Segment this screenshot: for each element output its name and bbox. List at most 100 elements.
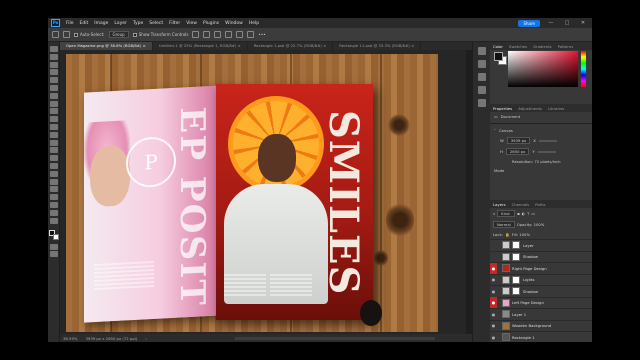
tab-color[interactable]: Color	[490, 44, 506, 49]
screen-mode-icon[interactable]	[49, 251, 58, 258]
x-field[interactable]	[538, 139, 557, 142]
tab-swatches[interactable]: Swatches	[506, 44, 530, 49]
lasso-tool-icon[interactable]	[49, 69, 58, 76]
layer-row[interactable]: ● Layer 1	[490, 308, 592, 320]
hand-tool-icon[interactable]	[49, 201, 58, 208]
visibility-eye-icon[interactable]: ●	[490, 262, 497, 274]
visibility-eye-icon[interactable]	[490, 240, 497, 251]
blur-tool-icon[interactable]	[49, 155, 58, 162]
visibility-eye-icon[interactable]	[490, 251, 497, 262]
horizontal-scrollbar[interactable]	[234, 336, 435, 340]
menu-layer[interactable]: Layer	[111, 21, 130, 26]
layer-row[interactable]: ● Right Page Design	[490, 262, 592, 274]
maximize-icon[interactable]: □	[562, 20, 572, 26]
color-picker-field[interactable]	[508, 51, 578, 87]
y-field[interactable]	[537, 150, 556, 153]
comments-icon[interactable]	[477, 60, 486, 68]
layer-row[interactable]: ● Rectangle 1	[490, 331, 592, 342]
kind-filter-dropdown[interactable]: Kind	[497, 210, 516, 217]
visibility-eye-icon[interactable]: ●	[490, 297, 497, 309]
path-selection-tool-icon[interactable]	[49, 186, 58, 193]
align-top-icon[interactable]	[225, 31, 233, 38]
panel-foreground-swatch[interactable]	[494, 52, 503, 61]
background-color-swatch[interactable]	[52, 233, 59, 240]
gradient-tool-icon[interactable]	[49, 147, 58, 154]
visibility-eye-icon[interactable]: ●	[490, 286, 497, 297]
layer-row[interactable]: ● Shadow	[490, 285, 592, 297]
healing-brush-tool-icon[interactable]	[49, 108, 58, 115]
filter-adjust-icon[interactable]: ◐	[522, 211, 525, 216]
close-icon[interactable]: ✕	[578, 20, 588, 26]
visibility-eye-icon[interactable]: ●	[490, 274, 497, 285]
auto-select-target-dropdown[interactable]: Group	[108, 31, 129, 38]
dodge-tool-icon[interactable]	[49, 162, 58, 169]
tab-open-magazine[interactable]: Open Magazine.png @ 38.6% (RGB/8#) ×	[60, 42, 153, 50]
tab-layers[interactable]: Layers	[490, 202, 509, 207]
pen-tool-icon[interactable]	[49, 170, 58, 177]
menu-help[interactable]: Help	[246, 21, 262, 26]
lock-icon[interactable]: 🔒	[505, 232, 510, 237]
layer-mask-thumbnail[interactable]	[512, 287, 520, 296]
show-transform-option[interactable]: Show Transform Controls	[132, 32, 188, 37]
layer-row[interactable]: ● Wooden Background	[490, 319, 592, 332]
align-bottom-icon[interactable]	[247, 31, 255, 38]
height-field[interactable]: 2650 px	[505, 148, 530, 155]
canvas-header[interactable]: ˅ Canvas	[490, 126, 592, 135]
brush-tool-icon[interactable]	[49, 116, 58, 123]
fill-field[interactable]: Fill: 100%	[512, 232, 530, 237]
layer-mask-thumbnail[interactable]	[512, 252, 520, 261]
show-transform-checkbox[interactable]	[132, 32, 137, 37]
visibility-eye-icon[interactable]: ●	[490, 320, 497, 331]
align-middle-icon[interactable]	[236, 31, 244, 38]
menu-plugins[interactable]: Plugins	[200, 21, 222, 26]
menu-view[interactable]: View	[183, 21, 200, 26]
menu-type[interactable]: Type	[130, 21, 146, 26]
layer-mask-thumbnail[interactable]	[512, 241, 520, 250]
menu-select[interactable]: Select	[146, 21, 166, 26]
filter-type-icon[interactable]: T	[527, 211, 529, 216]
auto-select-option[interactable]: Auto-Select:	[74, 32, 105, 37]
tab-patterns[interactable]: Patterns	[555, 44, 577, 49]
move-tool-icon[interactable]	[49, 46, 58, 52]
visibility-eye-icon[interactable]: ●	[490, 332, 497, 342]
tab-channels[interactable]: Channels	[509, 202, 533, 207]
history-brush-tool-icon[interactable]	[49, 131, 58, 138]
minimize-icon[interactable]: —	[546, 20, 556, 26]
tab-libraries[interactable]: Libraries	[545, 106, 567, 111]
opacity-field[interactable]: Opacity: 100%	[517, 222, 545, 227]
marquee-tool-icon[interactable]	[49, 61, 58, 68]
visibility-eye-icon[interactable]: ●	[490, 309, 497, 320]
object-select-tool-icon[interactable]	[49, 77, 58, 84]
learn-icon[interactable]	[477, 73, 486, 81]
auto-select-checkbox[interactable]	[74, 32, 78, 37]
hue-slider[interactable]	[581, 51, 586, 87]
eraser-tool-icon[interactable]	[49, 139, 58, 146]
more-tools-icon[interactable]	[49, 217, 58, 224]
layer-row[interactable]: Shadow	[490, 250, 592, 263]
width-field[interactable]: 3939 px	[506, 137, 531, 144]
zoom-tool-icon[interactable]	[49, 209, 58, 216]
status-more-arrow[interactable]: ›	[145, 336, 147, 341]
color-swatches[interactable]	[48, 229, 59, 240]
tab-gradients[interactable]: Gradients	[530, 44, 555, 49]
menu-edit[interactable]: Edit	[77, 21, 92, 26]
type-tool-icon[interactable]	[49, 178, 58, 185]
character-icon[interactable]	[477, 99, 486, 107]
eyedropper-tool-icon[interactable]	[49, 100, 58, 107]
crop-tool-icon[interactable]	[49, 84, 58, 91]
layer-row[interactable]: ● Lights	[490, 273, 592, 286]
document-canvas[interactable]: P EP POSIT SMILES	[66, 54, 438, 332]
paragraph-icon[interactable]	[477, 86, 486, 94]
blend-mode-dropdown[interactable]: Normal	[493, 221, 515, 228]
frame-tool-icon[interactable]	[49, 92, 58, 99]
filter-shape-icon[interactable]: ▭	[531, 211, 535, 216]
rectangle-tool-icon[interactable]	[49, 194, 58, 201]
tab-adjustments[interactable]: Adjustments	[515, 106, 545, 111]
layer-row[interactable]: ● Left Page Design	[490, 296, 592, 309]
menu-image[interactable]: Image	[91, 21, 111, 26]
menu-window[interactable]: Window	[222, 21, 246, 26]
canvas-area[interactable]: P EP POSIT SMILES	[60, 50, 472, 334]
zoom-level[interactable]: 38.59%	[63, 336, 77, 341]
artboard-tool-icon[interactable]	[49, 53, 58, 60]
align-right-icon[interactable]	[214, 31, 222, 38]
